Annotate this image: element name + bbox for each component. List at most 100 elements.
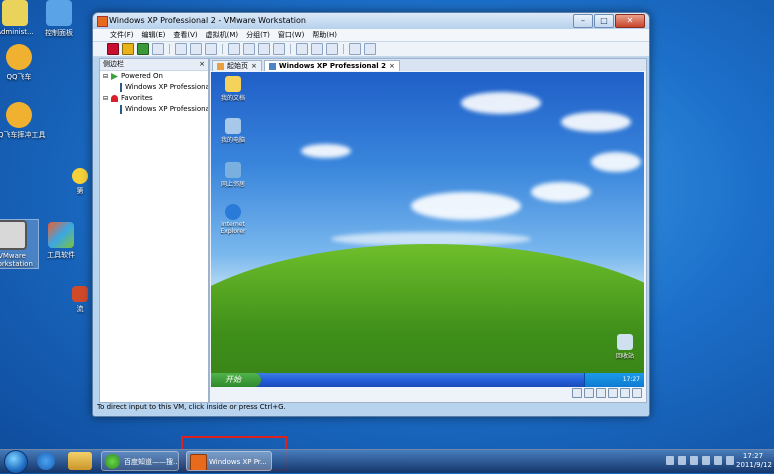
ie-pinned-icon[interactable] bbox=[37, 452, 55, 470]
power-on-icon[interactable] bbox=[137, 43, 149, 55]
toolbar-separator bbox=[222, 44, 223, 54]
cloud bbox=[411, 192, 521, 220]
snapshot-manager-icon[interactable] bbox=[205, 43, 217, 55]
summary-view-icon[interactable] bbox=[326, 43, 338, 55]
xp-start-button[interactable]: 开始 bbox=[211, 373, 261, 387]
vmware-window: Windows XP Professional 2 - VMware Works… bbox=[92, 12, 650, 417]
xp-icon-recycle-bin[interactable]: 回收站 bbox=[605, 334, 644, 360]
tab-vm[interactable]: Windows XP Professional 2 × bbox=[263, 60, 400, 71]
maximize-button[interactable]: □ bbox=[594, 14, 614, 28]
tab-home[interactable]: 起始页 × bbox=[212, 60, 262, 71]
tray-icon[interactable] bbox=[690, 456, 698, 465]
network-icon[interactable] bbox=[726, 456, 734, 465]
tray-icon[interactable] bbox=[678, 456, 686, 465]
reset-icon[interactable] bbox=[152, 43, 164, 55]
quick-switch-icon[interactable] bbox=[296, 43, 308, 55]
explorer-pinned-icon[interactable] bbox=[68, 452, 92, 470]
expand-icon[interactable]: ⊟ bbox=[103, 71, 108, 82]
vm-tree: ⊟ Powered On Windows XP Professional 2 ⊟… bbox=[100, 71, 208, 115]
guest-screen[interactable]: 我的文档 我的电脑 网上邻居 Internet Explorer 回收站 开始 bbox=[211, 72, 644, 387]
desktop-icon-tools[interactable]: 工具软件 bbox=[30, 222, 92, 260]
suspend-icon[interactable] bbox=[122, 43, 134, 55]
start-orb-icon[interactable] bbox=[4, 450, 28, 474]
desktop-icon-qq-speed-tool[interactable]: QQ飞车摔冲工具 bbox=[0, 102, 50, 140]
desktop-icon-label: VMware Workstation bbox=[0, 252, 33, 268]
hdd-icon[interactable] bbox=[572, 388, 582, 398]
toolbar-separator bbox=[343, 44, 344, 54]
menu-window[interactable]: 窗口(W) bbox=[275, 30, 307, 40]
revert-snapshot-icon[interactable] bbox=[190, 43, 202, 55]
desktop-icon-qq-speed[interactable]: QQ飞车 bbox=[0, 44, 50, 82]
cdrom-icon[interactable] bbox=[584, 388, 594, 398]
menu-help[interactable]: 帮助(H) bbox=[309, 30, 340, 40]
tree-item-label: Windows XP Professional bbox=[125, 105, 208, 113]
vm-icon bbox=[268, 62, 276, 70]
xp-icon-network[interactable]: 网上邻居 bbox=[213, 162, 253, 188]
taskbar-item-baidu[interactable]: 百度知道——搜... bbox=[101, 451, 179, 471]
desktop-icon-control-panel[interactable]: 控制面板 bbox=[28, 0, 90, 38]
console-view-icon[interactable] bbox=[258, 43, 270, 55]
sidebar: 侧边栏 × ⊟ Powered On Windows XP Profession… bbox=[99, 58, 209, 403]
snapshot-icon[interactable] bbox=[175, 43, 187, 55]
clock[interactable]: 17:27 2011/9/12 bbox=[736, 452, 772, 470]
close-button[interactable]: ✕ bbox=[615, 14, 645, 28]
xp-icon-label: 网上邻居 bbox=[220, 181, 245, 188]
tab-bar: 起始页 × Windows XP Professional 2 × bbox=[210, 59, 646, 71]
tree-item-vm[interactable]: Windows XP Professional 2 bbox=[100, 82, 208, 93]
status-bar: To direct input to this VM, click inside… bbox=[97, 403, 286, 411]
thumbnail-icon[interactable] bbox=[243, 43, 255, 55]
control-panel-icon bbox=[46, 0, 72, 26]
tab-close-icon[interactable]: × bbox=[251, 61, 257, 71]
power-off-icon[interactable] bbox=[107, 43, 119, 55]
green-hill bbox=[211, 244, 644, 387]
clock-time: 17:27 bbox=[742, 452, 764, 460]
toolbar-separator bbox=[169, 44, 170, 54]
menu-view[interactable]: 查看(V) bbox=[170, 30, 200, 40]
cloud bbox=[531, 182, 591, 202]
menu-file[interactable]: 文件(F) bbox=[107, 30, 137, 40]
unity-icon[interactable] bbox=[311, 43, 323, 55]
system-tray bbox=[666, 456, 734, 465]
recycle-bin-icon bbox=[617, 334, 633, 350]
tab-close-icon[interactable]: × bbox=[389, 61, 395, 71]
sound-icon[interactable] bbox=[632, 388, 642, 398]
tray-icon[interactable] bbox=[666, 456, 674, 465]
tree-item-powered-on[interactable]: ⊟ Powered On bbox=[100, 71, 208, 82]
vmware-icon bbox=[190, 454, 207, 470]
tree-item-vm[interactable]: Windows XP Professional bbox=[100, 104, 208, 115]
menu-team[interactable]: 分组(T) bbox=[243, 30, 273, 40]
vmware-app-icon bbox=[97, 16, 108, 27]
xp-icon-label: 我的文档 bbox=[220, 95, 245, 102]
floppy-icon[interactable] bbox=[596, 388, 606, 398]
menu-vm[interactable]: 虚拟机(M) bbox=[203, 30, 242, 40]
device-status-icons bbox=[572, 388, 642, 398]
desktop-icon-label: QQ飞车摔冲工具 bbox=[0, 131, 46, 139]
window-titlebar[interactable]: Windows XP Professional 2 - VMware Works… bbox=[93, 13, 649, 29]
menu-edit[interactable]: 编辑(E) bbox=[139, 30, 169, 40]
xp-icon-internet-explorer[interactable]: Internet Explorer bbox=[213, 204, 253, 235]
desktop-icon-label: 流 bbox=[76, 305, 84, 313]
heart-icon bbox=[111, 95, 119, 102]
connect-icon[interactable] bbox=[349, 43, 361, 55]
cloud bbox=[591, 152, 641, 172]
usb-icon[interactable] bbox=[620, 388, 630, 398]
network-adapter-icon[interactable] bbox=[608, 388, 618, 398]
xp-icon-my-computer[interactable]: 我的电脑 bbox=[213, 118, 253, 144]
tray-icon[interactable] bbox=[702, 456, 710, 465]
vm-icon bbox=[120, 83, 122, 92]
qq-speed-tool-icon bbox=[6, 102, 32, 128]
tree-item-favorites[interactable]: ⊟ Favorites bbox=[100, 93, 208, 104]
clock-date: 2011/9/12 bbox=[736, 461, 772, 469]
fullscreen-icon[interactable] bbox=[273, 43, 285, 55]
volume-icon[interactable] bbox=[714, 456, 722, 465]
show-sidebar-icon[interactable] bbox=[228, 43, 240, 55]
sidebar-close-button[interactable]: × bbox=[199, 59, 205, 70]
expand-icon[interactable]: ⊟ bbox=[103, 93, 108, 104]
settings-icon[interactable] bbox=[364, 43, 376, 55]
xp-icon-label: 回收站 bbox=[615, 353, 634, 360]
minimize-button[interactable]: – bbox=[573, 14, 593, 28]
taskbar-item-vmware[interactable]: Windows XP Pr... bbox=[186, 451, 272, 471]
tree-item-label: Favorites bbox=[121, 94, 153, 102]
xp-icon-my-documents[interactable]: 我的文档 bbox=[213, 76, 253, 102]
menu-bar: 文件(F) 编辑(E) 查看(V) 虚拟机(M) 分组(T) 窗口(W) 帮助(… bbox=[93, 29, 649, 42]
